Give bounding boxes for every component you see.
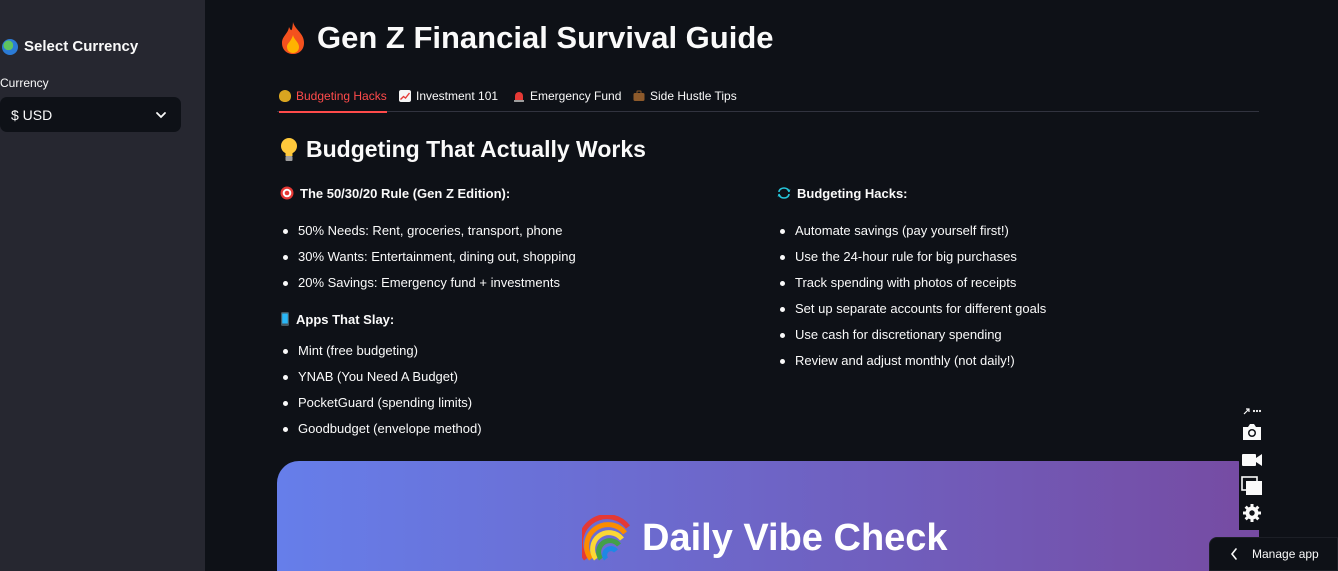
currency-label: Currency: [0, 76, 49, 90]
section-title-text: Budgeting That Actually Works: [306, 136, 646, 162]
light-bulb-icon: [281, 137, 297, 161]
rule-heading: The 50/30/20 Rule (Gen Z Edition):: [280, 180, 750, 206]
chevron-left-icon: [1230, 548, 1237, 560]
apps-heading-text: Apps That Slay:: [296, 311, 395, 327]
tab-side-hustle-tips[interactable]: Side Hustle Tips: [633, 80, 737, 111]
tab-emergency-fund[interactable]: Emergency Fund: [513, 80, 621, 111]
rainbow-icon: [582, 515, 630, 561]
vibe-check-title: Daily Vibe Check: [582, 515, 948, 561]
camera-icon[interactable]: [1241, 422, 1263, 442]
left-column: The 50/30/20 Rule (Gen Z Edition): 50% N…: [280, 180, 750, 442]
apps-heading: Apps That Slay:: [280, 306, 750, 332]
hacks-list: Automate savings (pay yourself first!) U…: [777, 218, 1257, 374]
list-item: 20% Savings: Emergency fund + investment…: [280, 270, 750, 296]
manage-app-label: Manage app: [1252, 547, 1319, 561]
main-content: Gen Z Financial Survival Guide Budgeting…: [277, 0, 1259, 571]
list-item: Set up separate accounts for different g…: [777, 296, 1257, 322]
list-item: Use the 24-hour rule for big purchases: [777, 244, 1257, 270]
sidebar-title-text: Select Currency: [24, 38, 139, 55]
mobile-phone-icon: [281, 312, 289, 326]
tab-bar: Budgeting Hacks Investment 101 Emergency…: [277, 80, 1259, 113]
manage-app-button[interactable]: Manage app: [1209, 537, 1338, 571]
siren-icon: [514, 91, 524, 102]
page-title: Gen Z Financial Survival Guide: [279, 20, 774, 56]
list-item: Use cash for discretionary spending: [777, 322, 1257, 348]
hacks-heading-text: Budgeting Hacks:: [797, 185, 908, 201]
cycle-arrows-icon: [777, 187, 791, 199]
briefcase-icon: [633, 90, 645, 101]
tab-budgeting-hacks[interactable]: Budgeting Hacks: [279, 80, 387, 113]
list-item: YNAB (You Need A Budget): [280, 364, 750, 390]
list-item: Automate savings (pay yourself first!): [777, 218, 1257, 244]
chart-up-icon: [399, 89, 411, 102]
vibe-check-title-text: Daily Vibe Check: [642, 516, 948, 559]
fire-icon: [282, 22, 304, 54]
tab-investment-101[interactable]: Investment 101: [399, 80, 498, 111]
currency-select[interactable]: $ USD: [0, 97, 181, 132]
chevron-down-icon: [156, 111, 166, 118]
money-bag-icon: [279, 89, 291, 102]
sidebar-title: Select Currency: [2, 38, 138, 55]
list-item: Track spending with photos of receipts: [777, 270, 1257, 296]
list-item: Mint (free budgeting): [280, 338, 750, 364]
list-item: 30% Wants: Entertainment, dining out, sh…: [280, 244, 750, 270]
section-title: Budgeting That Actually Works: [280, 136, 646, 163]
tab-label: Budgeting Hacks: [296, 88, 387, 103]
currency-select-value: $ USD: [11, 106, 53, 123]
tab-label: Side Hustle Tips: [650, 88, 737, 103]
apps-list: Mint (free budgeting) YNAB (You Need A B…: [280, 338, 750, 442]
list-item: 50% Needs: Rent, groceries, transport, p…: [280, 218, 750, 244]
list-item: Goodbudget (envelope method): [280, 416, 750, 442]
tab-label: Emergency Fund: [530, 88, 622, 103]
list-item: PocketGuard (spending limits): [280, 390, 750, 416]
page-title-text: Gen Z Financial Survival Guide: [317, 20, 774, 55]
globe-icon: [2, 38, 18, 55]
target-icon: [280, 186, 294, 200]
rule-heading-text: The 50/30/20 Rule (Gen Z Edition):: [300, 185, 511, 201]
vibe-check-card: Daily Vibe Check: [277, 461, 1259, 571]
right-column: Budgeting Hacks: Automate savings (pay y…: [777, 180, 1257, 374]
settings-gear-icon[interactable]: [1241, 503, 1263, 523]
sidebar: Select Currency Currency $ USD: [0, 0, 205, 571]
recording-toolbar: [1239, 404, 1265, 530]
more-options-icon[interactable]: [1241, 406, 1263, 416]
tab-label: Investment 101: [416, 88, 499, 103]
rule-list: 50% Needs: Rent, groceries, transport, p…: [280, 218, 750, 296]
list-item: Review and adjust monthly (not daily!): [777, 348, 1257, 374]
screen-record-icon[interactable]: [1241, 476, 1263, 496]
hacks-heading: Budgeting Hacks:: [777, 180, 1257, 206]
video-camera-icon[interactable]: [1241, 450, 1263, 470]
